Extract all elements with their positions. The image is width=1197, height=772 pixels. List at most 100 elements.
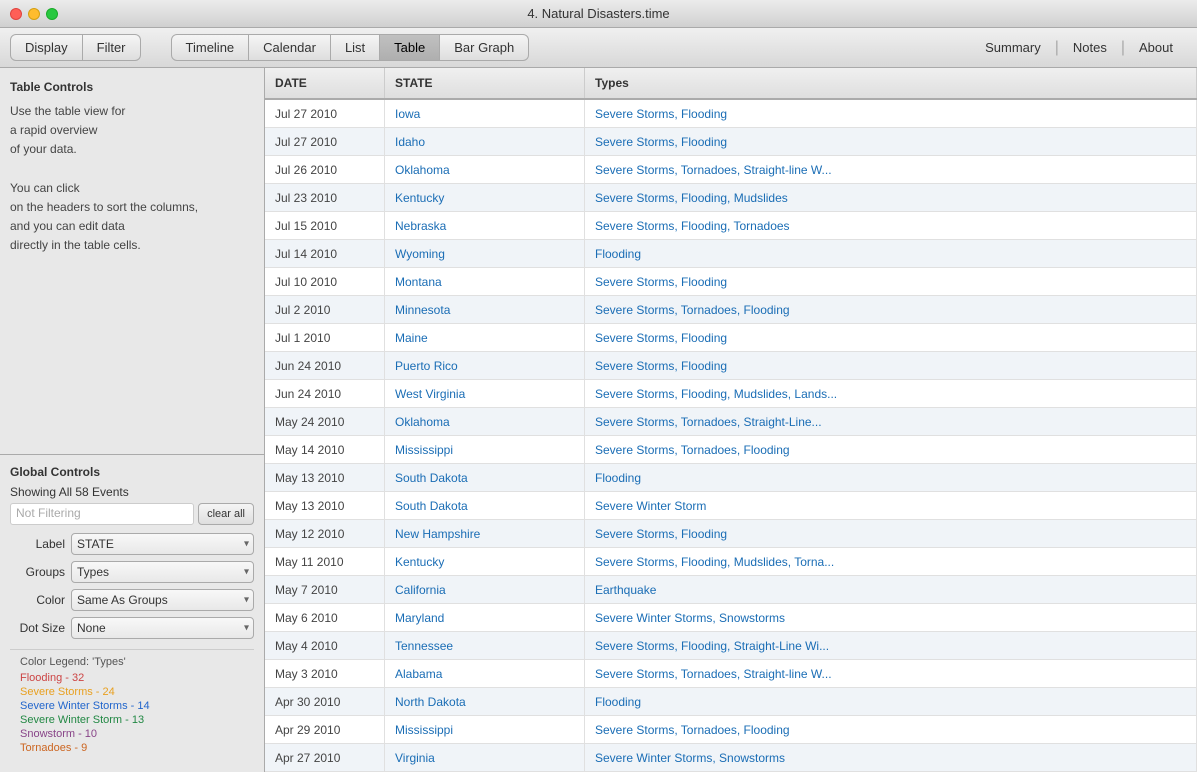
td-state[interactable]: West Virginia (385, 380, 585, 407)
td-state[interactable]: Tennessee (385, 632, 585, 659)
table-row[interactable]: Jul 23 2010KentuckySevere Storms, Floodi… (265, 184, 1197, 212)
td-types: Severe Storms, Flooding (585, 520, 1197, 547)
td-state[interactable]: North Dakota (385, 688, 585, 715)
td-state[interactable]: Maine (385, 324, 585, 351)
table-row[interactable]: May 4 2010TennesseeSevere Storms, Floodi… (265, 632, 1197, 660)
global-controls-header: Global Controls (10, 465, 254, 479)
table-row[interactable]: Apr 30 2010North DakotaFlooding (265, 688, 1197, 716)
td-state[interactable]: Minnesota (385, 296, 585, 323)
td-state[interactable]: Iowa (385, 100, 585, 127)
td-types: Severe Winter Storms, Snowstorms (585, 744, 1197, 771)
table-row[interactable]: May 12 2010New HampshireSevere Storms, F… (265, 520, 1197, 548)
table-row[interactable]: Apr 29 2010MississippiSevere Storms, Tor… (265, 716, 1197, 744)
table-row[interactable]: Jul 1 2010MaineSevere Storms, Flooding (265, 324, 1197, 352)
td-state[interactable]: Virginia (385, 744, 585, 771)
td-types: Severe Storms, Flooding, Mudslides (585, 184, 1197, 211)
table-button[interactable]: Table (380, 34, 440, 61)
table-row[interactable]: May 7 2010CaliforniaEarthquake (265, 576, 1197, 604)
table-row[interactable]: Jun 24 2010West VirginiaSevere Storms, F… (265, 380, 1197, 408)
td-state[interactable]: Oklahoma (385, 408, 585, 435)
table-row[interactable]: May 3 2010AlabamaSevere Storms, Tornadoe… (265, 660, 1197, 688)
color-legend: Color Legend: 'Types' Flooding - 32 Seve… (10, 649, 254, 762)
td-state[interactable]: South Dakota (385, 492, 585, 519)
td-state[interactable]: Oklahoma (385, 156, 585, 183)
td-state[interactable]: Montana (385, 268, 585, 295)
td-state[interactable]: New Hampshire (385, 520, 585, 547)
table-row[interactable]: Jul 27 2010IdahoSevere Storms, Flooding (265, 128, 1197, 156)
td-date: Jun 24 2010 (265, 380, 385, 407)
td-state[interactable]: Mississippi (385, 716, 585, 743)
td-date: Jul 2 2010 (265, 296, 385, 323)
td-types: Severe Storms, Flooding, Mudslides, Land… (585, 380, 1197, 407)
showing-events-label: Showing All 58 Events (10, 485, 254, 499)
td-state[interactable]: Mississippi (385, 436, 585, 463)
color-select[interactable]: Same As Groups (71, 589, 254, 611)
calendar-button[interactable]: Calendar (249, 34, 331, 61)
dot-size-control-row: Dot Size None (10, 617, 254, 639)
filter-button[interactable]: Filter (83, 34, 141, 61)
td-state[interactable]: South Dakota (385, 464, 585, 491)
dot-size-select[interactable]: None (71, 617, 254, 639)
legend-item-tornadoes: Tornadoes - 9 (20, 742, 244, 754)
global-controls-section: Global Controls Showing All 58 Events No… (0, 455, 264, 772)
th-types[interactable]: Types (585, 68, 1197, 98)
label-select[interactable]: STATE (71, 533, 254, 555)
td-state[interactable]: Nebraska (385, 212, 585, 239)
td-state[interactable]: Idaho (385, 128, 585, 155)
color-control-label: Color (10, 593, 65, 607)
td-state[interactable]: Kentucky (385, 184, 585, 211)
table-row[interactable]: May 6 2010MarylandSevere Winter Storms, … (265, 604, 1197, 632)
td-date: Jun 24 2010 (265, 352, 385, 379)
summary-button[interactable]: Summary (971, 35, 1055, 60)
table-row[interactable]: Jul 2 2010MinnesotaSevere Storms, Tornad… (265, 296, 1197, 324)
td-date: May 12 2010 (265, 520, 385, 547)
label-control-label: Label (10, 537, 65, 551)
table-row[interactable]: Jul 26 2010OklahomaSevere Storms, Tornad… (265, 156, 1197, 184)
close-button[interactable] (10, 8, 22, 20)
td-state[interactable]: Kentucky (385, 548, 585, 575)
dot-size-select-wrapper: None (71, 617, 254, 639)
table-row[interactable]: May 13 2010South DakotaSevere Winter Sto… (265, 492, 1197, 520)
legend-severe-winter-storms-label: Severe Winter Storms - 14 (20, 700, 150, 712)
main-content: Table Controls Use the table view for a … (0, 68, 1197, 772)
table-row[interactable]: Apr 27 2010VirginiaSevere Winter Storms,… (265, 744, 1197, 772)
table-row[interactable]: May 11 2010KentuckySevere Storms, Floodi… (265, 548, 1197, 576)
table-row[interactable]: Jul 14 2010WyomingFlooding (265, 240, 1197, 268)
table-row[interactable]: Jun 24 2010Puerto RicoSevere Storms, Flo… (265, 352, 1197, 380)
td-state[interactable]: Wyoming (385, 240, 585, 267)
td-types: Severe Storms, Flooding, Straight-Line W… (585, 632, 1197, 659)
td-date: May 3 2010 (265, 660, 385, 687)
td-date: May 24 2010 (265, 408, 385, 435)
list-button[interactable]: List (331, 34, 380, 61)
table-row[interactable]: Jul 27 2010IowaSevere Storms, Flooding (265, 100, 1197, 128)
clear-all-button[interactable]: clear all (198, 503, 254, 525)
td-date: Jul 14 2010 (265, 240, 385, 267)
th-date[interactable]: DATE (265, 68, 385, 98)
th-state[interactable]: STATE (385, 68, 585, 98)
groups-select[interactable]: Types (71, 561, 254, 583)
td-state[interactable]: Puerto Rico (385, 352, 585, 379)
td-state[interactable]: California (385, 576, 585, 603)
zoom-button[interactable] (46, 8, 58, 20)
notes-button[interactable]: Notes (1059, 35, 1121, 60)
table-controls-section: Table Controls Use the table view for a … (0, 68, 264, 455)
td-state[interactable]: Alabama (385, 660, 585, 687)
groups-control-label: Groups (10, 565, 65, 579)
table-body[interactable]: Jul 27 2010IowaSevere Storms, FloodingJu… (265, 100, 1197, 772)
td-state[interactable]: Maryland (385, 604, 585, 631)
td-types: Severe Storms, Flooding (585, 324, 1197, 351)
legend-item-severe-storms: Severe Storms - 24 (20, 686, 244, 698)
display-button[interactable]: Display (10, 34, 83, 61)
about-button[interactable]: About (1125, 35, 1187, 60)
table-row[interactable]: May 13 2010South DakotaFlooding (265, 464, 1197, 492)
table-row[interactable]: May 14 2010MississippiSevere Storms, Tor… (265, 436, 1197, 464)
bar-graph-button[interactable]: Bar Graph (440, 34, 529, 61)
table-row[interactable]: Jul 10 2010MontanaSevere Storms, Floodin… (265, 268, 1197, 296)
timeline-button[interactable]: Timeline (171, 34, 250, 61)
td-date: May 4 2010 (265, 632, 385, 659)
minimize-button[interactable] (28, 8, 40, 20)
td-types: Earthquake (585, 576, 1197, 603)
td-types: Severe Storms, Tornadoes, Flooding (585, 436, 1197, 463)
table-row[interactable]: Jul 15 2010NebraskaSevere Storms, Floodi… (265, 212, 1197, 240)
table-row[interactable]: May 24 2010OklahomaSevere Storms, Tornad… (265, 408, 1197, 436)
